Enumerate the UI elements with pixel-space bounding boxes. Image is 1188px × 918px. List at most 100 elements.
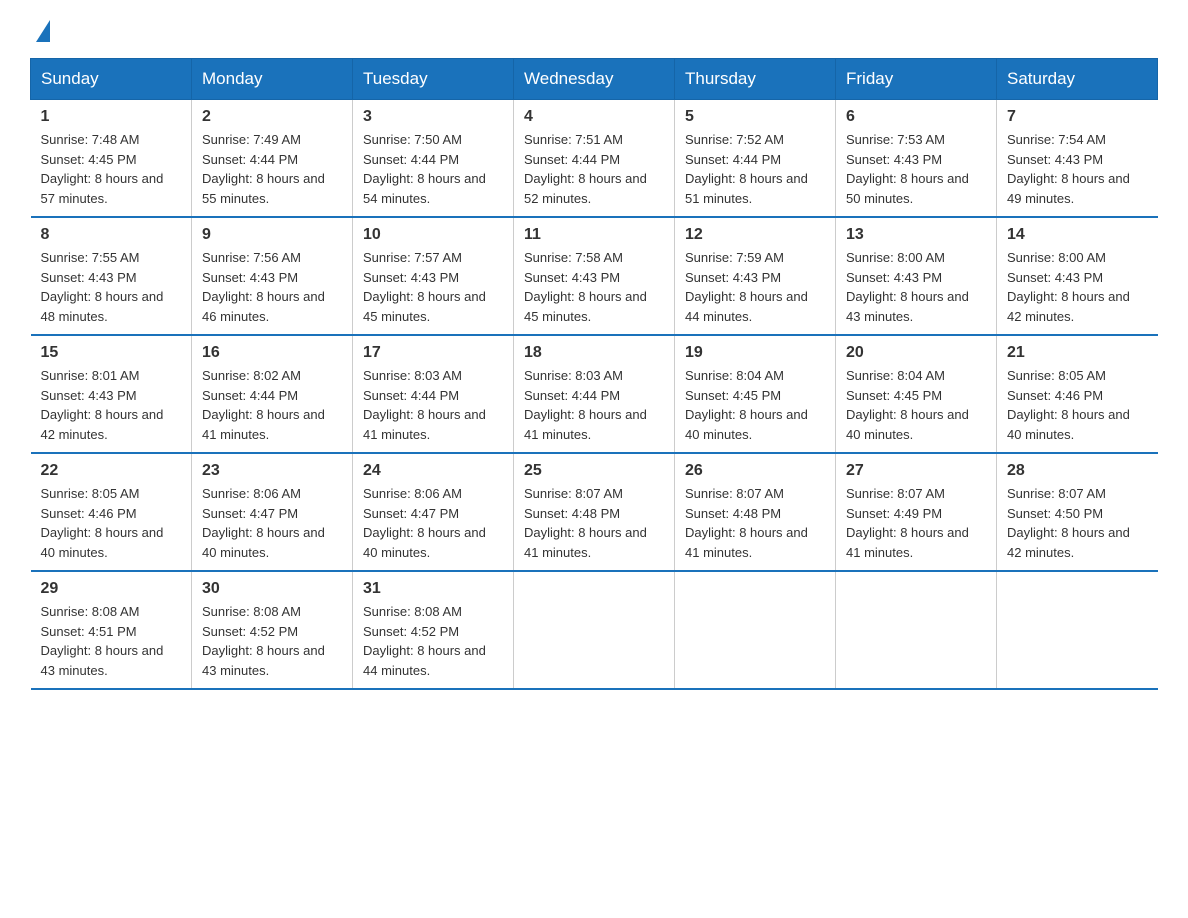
calendar-cell: 21 Sunrise: 8:05 AMSunset: 4:46 PMDayligh… [997,335,1158,453]
calendar-cell: 23Sunrise: 8:06 AMSunset: 4:47 PMDayligh… [192,453,353,571]
day-info: Sunrise: 8:07 AMSunset: 4:50 PMDaylight:… [1007,486,1130,560]
calendar-cell [836,571,997,689]
header-sunday: Sunday [31,59,192,100]
calendar-cell: 20Sunrise: 8:04 AMSunset: 4:45 PMDayligh… [836,335,997,453]
calendar-cell: 30Sunrise: 8:08 AMSunset: 4:52 PMDayligh… [192,571,353,689]
header-saturday: Saturday [997,59,1158,100]
calendar-cell: 8Sunrise: 7:55 AMSunset: 4:43 PMDaylight… [31,217,192,335]
calendar-table: SundayMondayTuesdayWednesdayThursdayFrid… [30,58,1158,690]
day-number: 19 [685,344,825,362]
day-info: Sunrise: 8:02 AMSunset: 4:44 PMDaylight:… [202,368,325,442]
day-info: Sunrise: 8:04 AMSunset: 4:45 PMDaylight:… [685,368,808,442]
day-number: 16 [202,344,342,362]
day-number: 8 [41,226,182,244]
day-number: 7 [1007,108,1148,126]
day-number: 9 [202,226,342,244]
day-info: Sunrise: 7:48 AMSunset: 4:45 PMDaylight:… [41,132,164,206]
calendar-cell: 16 Sunrise: 8:02 AMSunset: 4:44 PMDayligh… [192,335,353,453]
day-info: Sunrise: 7:57 AMSunset: 4:43 PMDaylight:… [363,250,486,324]
calendar-cell: 14 Sunrise: 8:00 AMSunset: 4:43 PMDayligh… [997,217,1158,335]
day-number: 28 [1007,462,1148,480]
day-info: Sunrise: 8:00 AMSunset: 4:43 PMDaylight:… [846,250,969,324]
calendar-cell: 25 Sunrise: 8:07 AMSunset: 4:48 PMDayligh… [514,453,675,571]
day-number: 15 [41,344,182,362]
day-number: 31 [363,580,503,598]
day-number: 4 [524,108,664,126]
day-number: 11 [524,226,664,244]
header-friday: Friday [836,59,997,100]
day-info: Sunrise: 8:03 AMSunset: 4:44 PMDaylight:… [363,368,486,442]
day-info: Sunrise: 8:01 AMSunset: 4:43 PMDaylight:… [41,368,164,442]
week-row-4: 29 Sunrise: 8:08 AMSunset: 4:51 PMDayligh… [31,571,1158,689]
week-row-3: 22 Sunrise: 8:05 AMSunset: 4:46 PMDayligh… [31,453,1158,571]
day-number: 26 [685,462,825,480]
calendar-cell: 31 Sunrise: 8:08 AMSunset: 4:52 PMDayligh… [353,571,514,689]
day-info: Sunrise: 8:05 AMSunset: 4:46 PMDaylight:… [41,486,164,560]
calendar-cell: 9 Sunrise: 7:56 AMSunset: 4:43 PMDaylight… [192,217,353,335]
day-number: 5 [685,108,825,126]
header [30,20,1158,42]
day-number: 2 [202,108,342,126]
calendar-cell: 10Sunrise: 7:57 AMSunset: 4:43 PMDayligh… [353,217,514,335]
calendar-cell: 11Sunrise: 7:58 AMSunset: 4:43 PMDayligh… [514,217,675,335]
day-number: 3 [363,108,503,126]
calendar-cell: 22 Sunrise: 8:05 AMSunset: 4:46 PMDayligh… [31,453,192,571]
logo [30,20,50,42]
day-number: 29 [41,580,182,598]
day-number: 6 [846,108,986,126]
calendar-cell: 27Sunrise: 8:07 AMSunset: 4:49 PMDayligh… [836,453,997,571]
day-info: Sunrise: 7:54 AMSunset: 4:43 PMDaylight:… [1007,132,1130,206]
calendar-cell: 17 Sunrise: 8:03 AMSunset: 4:44 PMDayligh… [353,335,514,453]
calendar-cell: 6Sunrise: 7:53 AMSunset: 4:43 PMDaylight… [836,100,997,218]
calendar-cell: 26Sunrise: 8:07 AMSunset: 4:48 PMDayligh… [675,453,836,571]
day-info: Sunrise: 7:52 AMSunset: 4:44 PMDaylight:… [685,132,808,206]
calendar-cell: 15 Sunrise: 8:01 AMSunset: 4:43 PMDayligh… [31,335,192,453]
calendar-cell [997,571,1158,689]
calendar-header-row: SundayMondayTuesdayWednesdayThursdayFrid… [31,59,1158,100]
day-number: 20 [846,344,986,362]
day-info: Sunrise: 8:05 AMSunset: 4:46 PMDaylight:… [1007,368,1130,442]
day-number: 18 [524,344,664,362]
calendar-cell: 13 Sunrise: 8:00 AMSunset: 4:43 PMDayligh… [836,217,997,335]
header-wednesday: Wednesday [514,59,675,100]
logo-triangle-icon [36,20,50,42]
day-info: Sunrise: 8:08 AMSunset: 4:52 PMDaylight:… [202,604,325,678]
day-info: Sunrise: 7:50 AMSunset: 4:44 PMDaylight:… [363,132,486,206]
day-number: 24 [363,462,503,480]
week-row-1: 8Sunrise: 7:55 AMSunset: 4:43 PMDaylight… [31,217,1158,335]
day-info: Sunrise: 7:59 AMSunset: 4:43 PMDaylight:… [685,250,808,324]
calendar-cell: 7 Sunrise: 7:54 AMSunset: 4:43 PMDaylight… [997,100,1158,218]
logo-blue-text [30,20,50,42]
calendar-cell: 12 Sunrise: 7:59 AMSunset: 4:43 PMDayligh… [675,217,836,335]
day-info: Sunrise: 8:07 AMSunset: 4:49 PMDaylight:… [846,486,969,560]
day-info: Sunrise: 8:00 AMSunset: 4:43 PMDaylight:… [1007,250,1130,324]
header-monday: Monday [192,59,353,100]
day-info: Sunrise: 8:08 AMSunset: 4:51 PMDaylight:… [41,604,164,678]
day-number: 23 [202,462,342,480]
calendar-cell: 29 Sunrise: 8:08 AMSunset: 4:51 PMDayligh… [31,571,192,689]
week-row-2: 15 Sunrise: 8:01 AMSunset: 4:43 PMDayligh… [31,335,1158,453]
day-info: Sunrise: 8:08 AMSunset: 4:52 PMDaylight:… [363,604,486,678]
day-number: 14 [1007,226,1148,244]
calendar-cell: 2 Sunrise: 7:49 AMSunset: 4:44 PMDaylight… [192,100,353,218]
day-info: Sunrise: 7:49 AMSunset: 4:44 PMDaylight:… [202,132,325,206]
day-number: 22 [41,462,182,480]
day-number: 25 [524,462,664,480]
day-number: 13 [846,226,986,244]
calendar-cell: 19 Sunrise: 8:04 AMSunset: 4:45 PMDayligh… [675,335,836,453]
calendar-cell: 24Sunrise: 8:06 AMSunset: 4:47 PMDayligh… [353,453,514,571]
day-info: Sunrise: 8:03 AMSunset: 4:44 PMDaylight:… [524,368,647,442]
calendar-cell: 3 Sunrise: 7:50 AMSunset: 4:44 PMDaylight… [353,100,514,218]
day-info: Sunrise: 8:07 AMSunset: 4:48 PMDaylight:… [524,486,647,560]
day-number: 12 [685,226,825,244]
day-number: 21 [1007,344,1148,362]
calendar-cell: 18 Sunrise: 8:03 AMSunset: 4:44 PMDayligh… [514,335,675,453]
day-number: 17 [363,344,503,362]
day-info: Sunrise: 7:56 AMSunset: 4:43 PMDaylight:… [202,250,325,324]
calendar-cell: 4Sunrise: 7:51 AMSunset: 4:44 PMDaylight… [514,100,675,218]
calendar-cell: 28 Sunrise: 8:07 AMSunset: 4:50 PMDayligh… [997,453,1158,571]
week-row-0: 1Sunrise: 7:48 AMSunset: 4:45 PMDaylight… [31,100,1158,218]
header-tuesday: Tuesday [353,59,514,100]
calendar-cell: 1Sunrise: 7:48 AMSunset: 4:45 PMDaylight… [31,100,192,218]
calendar-cell [514,571,675,689]
